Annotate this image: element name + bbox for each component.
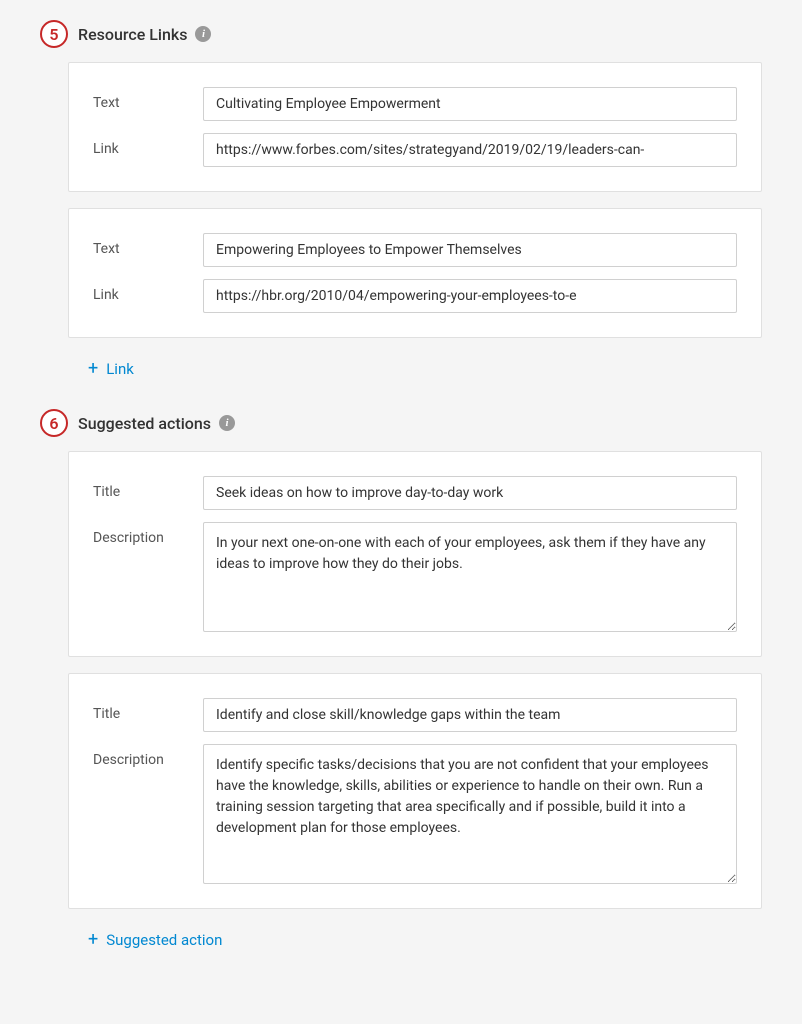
suggested-action-card: Title Description In your next one-on-on… [68,451,762,657]
form-row: Description Identify specific tasks/deci… [93,744,737,884]
info-icon[interactable]: i [219,415,235,431]
form-row: Text [93,87,737,121]
description-label: Description [93,744,203,768]
title-label: Title [93,698,203,722]
action-description-textarea[interactable]: In your next one-on-one with each of you… [203,522,737,632]
plus-icon: + [88,929,98,950]
form-row: Link [93,279,737,313]
resource-links-section: 5 Resource Links i Text Link Text Link [40,20,762,379]
resource-link-input[interactable] [203,133,737,167]
form-row: Title [93,476,737,510]
plus-icon: + [88,358,98,379]
resource-link-card: Text Link [68,62,762,192]
text-label: Text [93,233,203,257]
info-icon[interactable]: i [195,26,211,42]
action-title-input[interactable] [203,698,737,732]
suggested-actions-section: 6 Suggested actions i Title Description … [40,409,762,950]
link-label: Link [93,133,203,157]
form-row: Text [93,233,737,267]
suggested-actions-content: Title Description In your next one-on-on… [68,451,762,950]
text-label: Text [93,87,203,111]
resource-text-input[interactable] [203,87,737,121]
resource-link-card: Text Link [68,208,762,338]
add-link-label: Link [106,360,134,378]
step-number-badge: 6 [40,409,68,437]
resource-text-input[interactable] [203,233,737,267]
resource-links-content: Text Link Text Link + Link [68,62,762,379]
form-row: Description In your next one-on-one with… [93,522,737,632]
suggested-action-card: Title Description Identify specific task… [68,673,762,909]
resource-link-input[interactable] [203,279,737,313]
form-row: Link [93,133,737,167]
add-suggested-action-button[interactable]: + Suggested action [88,929,222,950]
section-title: Suggested actions [78,414,211,433]
step-number-badge: 5 [40,20,68,48]
section-title: Resource Links [78,25,187,44]
section-header: 5 Resource Links i [40,20,762,48]
add-link-button[interactable]: + Link [88,358,134,379]
title-label: Title [93,476,203,500]
action-description-textarea[interactable]: Identify specific tasks/decisions that y… [203,744,737,884]
form-row: Title [93,698,737,732]
add-action-label: Suggested action [106,931,222,949]
link-label: Link [93,279,203,303]
section-header: 6 Suggested actions i [40,409,762,437]
description-label: Description [93,522,203,546]
action-title-input[interactable] [203,476,737,510]
